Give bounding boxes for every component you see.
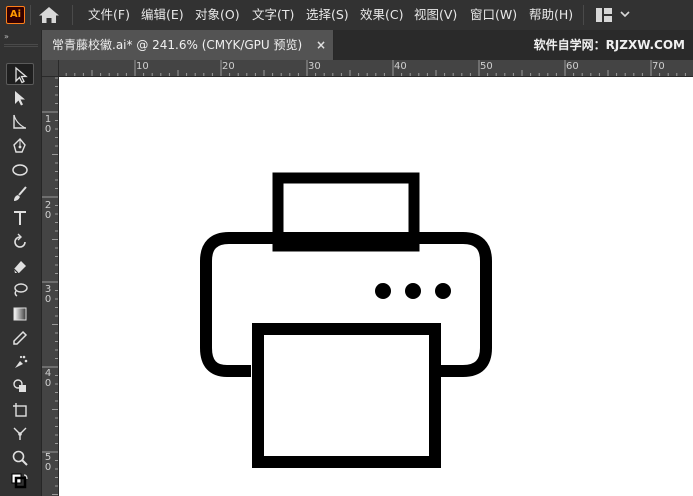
pen-tool[interactable]	[6, 135, 34, 157]
ellipse-icon	[12, 164, 28, 176]
menu-separator	[30, 5, 31, 25]
gradient-icon	[13, 307, 27, 321]
menu-select[interactable]: 选择(S)	[306, 0, 349, 30]
ruler-origin[interactable]	[42, 60, 59, 77]
ruler-label: 70	[652, 61, 665, 72]
paintbrush-icon	[14, 186, 27, 201]
shape-builder-tool[interactable]	[6, 375, 34, 397]
document-tab-label: 常青藤校徽.ai* @ 241.6% (CMYK/GPU 预览)	[52, 38, 303, 52]
menu-type[interactable]: 文字(T)	[252, 0, 294, 30]
ruler-label: 20	[44, 200, 52, 221]
eraser-icon	[13, 261, 26, 274]
printer-icon[interactable]	[59, 77, 693, 496]
workspace-layout-icon[interactable]	[596, 8, 612, 22]
eyedropper-tool[interactable]	[6, 327, 34, 349]
ruler-label: 10	[44, 114, 52, 135]
ruler-label: 50	[480, 61, 493, 72]
rotate-icon	[14, 233, 26, 248]
ruler-label: 30	[44, 284, 52, 305]
printer-paper-output	[252, 323, 441, 468]
menu-object[interactable]: 对象(O)	[195, 0, 240, 30]
selection-arrow-icon	[15, 66, 28, 84]
vertical-ruler[interactable]: 10 20 30 40 50	[42, 77, 59, 496]
menu-file[interactable]: 文件(F)	[88, 0, 130, 30]
ruler-label: 30	[308, 61, 321, 72]
menu-separator	[583, 5, 584, 25]
horizontal-ruler[interactable]: 10 20 30 40 50 60 70	[59, 60, 693, 77]
close-icon[interactable]: ×	[316, 30, 326, 60]
printer-indicator-dot	[435, 283, 451, 299]
symbol-sprayer-tool[interactable]	[6, 351, 34, 373]
rotate-tool[interactable]	[6, 231, 34, 253]
menu-separator	[72, 5, 73, 25]
puppet-warp-tool[interactable]	[6, 423, 34, 445]
printer-indicator-dot	[375, 283, 391, 299]
type-tool[interactable]	[6, 207, 34, 229]
ruler-label: 10	[136, 61, 149, 72]
artboard-canvas[interactable]	[59, 77, 693, 496]
direct-selection-tool[interactable]	[6, 87, 34, 109]
ruler-label: 60	[566, 61, 579, 72]
artboard-tool[interactable]	[6, 399, 34, 421]
ruler-label: 50	[44, 452, 52, 473]
menu-window[interactable]: 窗口(W)	[470, 0, 517, 30]
shape-builder-icon	[13, 379, 26, 392]
eyedropper-icon	[13, 330, 28, 345]
eraser-tool[interactable]	[6, 255, 34, 277]
home-icon[interactable]	[38, 6, 60, 24]
fill-stroke-icon	[11, 473, 28, 489]
lasso-icon	[14, 283, 28, 297]
menu-edit[interactable]: 编辑(E)	[141, 0, 184, 30]
ruler-label: 20	[222, 61, 235, 72]
ruler-label: 40	[394, 61, 407, 72]
menu-help[interactable]: 帮助(H)	[529, 0, 573, 30]
type-icon	[14, 211, 26, 225]
artboard-icon	[13, 403, 27, 417]
pen-icon	[13, 137, 26, 153]
ellipse-tool[interactable]	[6, 159, 34, 181]
zoom-tool[interactable]	[6, 447, 34, 469]
tools-panel: »	[0, 30, 42, 496]
panel-grip[interactable]	[4, 44, 38, 47]
gradient-tool[interactable]	[6, 303, 34, 325]
document-tab-bar: 常青藤校徽.ai* @ 241.6% (CMYK/GPU 预览) × 软件自学网…	[42, 30, 693, 60]
chevron-down-icon[interactable]	[620, 9, 630, 19]
collapse-panel-icon[interactable]: »	[4, 32, 9, 41]
selection-tool[interactable]	[6, 63, 34, 85]
paintbrush-tool[interactable]	[6, 183, 34, 205]
ruler-label: 40	[44, 368, 52, 389]
document-tab[interactable]: 常青藤校徽.ai* @ 241.6% (CMYK/GPU 预览) ×	[42, 30, 334, 60]
app-logo: Ai	[6, 6, 25, 24]
watermark-text: 软件自学网：RJZXW.COM	[533, 38, 685, 52]
puppet-warp-icon	[13, 427, 27, 440]
menu-view[interactable]: 视图(V)	[414, 0, 457, 30]
curvature-tool[interactable]	[6, 111, 34, 133]
direct-selection-icon	[15, 91, 25, 106]
symbol-sprayer-icon	[15, 355, 28, 368]
zoom-icon	[12, 450, 28, 466]
menu-effect[interactable]: 效果(C)	[360, 0, 403, 30]
printer-indicator-dot	[405, 283, 421, 299]
lasso-tool[interactable]	[6, 279, 34, 301]
fill-stroke-swap[interactable]	[6, 471, 34, 493]
ruler-ticks	[65, 60, 686, 76]
curvature-icon	[13, 114, 26, 129]
menu-bar: Ai 文件(F) 编辑(E) 对象(O) 文字(T) 选择(S) 效果(C) 视…	[0, 0, 693, 30]
